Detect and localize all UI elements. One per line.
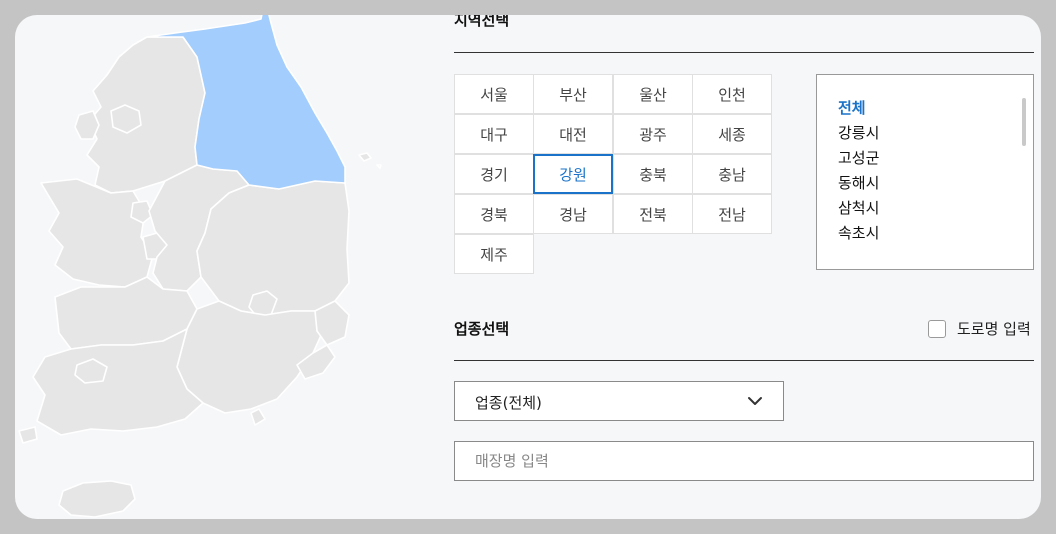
road-name-toggle[interactable]: 도로명 입력 (928, 318, 1031, 339)
region-button-gyeongbuk[interactable]: 경북 (454, 194, 534, 234)
map-region-jeonnam[interactable] (32, 328, 204, 436)
region-button-daejeon[interactable]: 대전 (533, 114, 613, 154)
region-grid: 서울 부산 울산 인천 대구 대전 광주 세종 경기 강원 충북 충남 경북 경… (454, 74, 774, 275)
city-item-samcheok[interactable]: 삼척시 (838, 196, 879, 221)
city-item-sokcho[interactable]: 속초시 (838, 221, 879, 246)
map-region-incheon[interactable] (74, 110, 100, 140)
business-section-title: 업종선택 (454, 320, 510, 338)
map-region-chungnam[interactable] (40, 178, 154, 288)
road-name-checkbox[interactable] (928, 319, 946, 338)
search-panel: 지역선택 서울 부산 울산 인천 대구 대전 광주 세종 경기 강원 충북 충남… (15, 15, 1041, 519)
city-list: 전체 강릉시 고성군 동해시 삼척시 속초시 (838, 96, 879, 246)
road-name-label: 도로명 입력 (957, 320, 1031, 338)
region-button-gwangju[interactable]: 광주 (613, 114, 693, 154)
region-button-jeonbuk[interactable]: 전북 (613, 194, 693, 234)
region-button-gangwon[interactable]: 강원 (533, 154, 613, 194)
map-region-jeju[interactable] (58, 480, 136, 518)
city-item-gangneung[interactable]: 강릉시 (838, 121, 879, 146)
region-button-jeju[interactable]: 제주 (454, 234, 534, 274)
region-button-jeonnam[interactable]: 전남 (692, 194, 772, 234)
chevron-down-icon (748, 397, 762, 405)
region-button-seoul[interactable]: 서울 (454, 74, 534, 114)
category-select-value: 업종(전체) (475, 394, 542, 412)
map-island-south (18, 426, 38, 444)
map-region-ulleung[interactable] (358, 152, 372, 162)
region-button-sejong[interactable]: 세종 (692, 114, 772, 154)
region-button-incheon[interactable]: 인천 (692, 74, 772, 114)
region-button-gyeonggi[interactable]: 경기 (454, 154, 534, 194)
store-name-input[interactable] (454, 441, 1034, 481)
region-button-chungbuk[interactable]: 충북 (613, 154, 693, 194)
region-button-gyeongnam[interactable]: 경남 (533, 194, 613, 234)
city-item-all[interactable]: 전체 (838, 96, 879, 121)
map-region-gyeongnam[interactable] (176, 300, 324, 414)
region-button-ulsan[interactable]: 울산 (613, 74, 693, 114)
city-item-donghae[interactable]: 동해시 (838, 171, 879, 196)
city-list-box[interactable]: 전체 강릉시 고성군 동해시 삼척시 속초시 (816, 74, 1034, 270)
korea-region-map (18, 15, 382, 518)
region-button-busan[interactable]: 부산 (533, 74, 613, 114)
business-divider (454, 360, 1034, 361)
region-divider (454, 52, 1034, 53)
city-item-goseong[interactable]: 고성군 (838, 146, 879, 171)
map-island-geoje (250, 408, 266, 426)
category-select[interactable]: 업종(전체) (454, 381, 784, 421)
region-button-daegu[interactable]: 대구 (454, 114, 534, 154)
city-list-scrollbar[interactable] (1022, 98, 1026, 146)
region-section-title: 지역선택 (454, 15, 510, 29)
region-button-chungnam[interactable]: 충남 (692, 154, 772, 194)
map-region-dokdo[interactable] (376, 164, 382, 169)
